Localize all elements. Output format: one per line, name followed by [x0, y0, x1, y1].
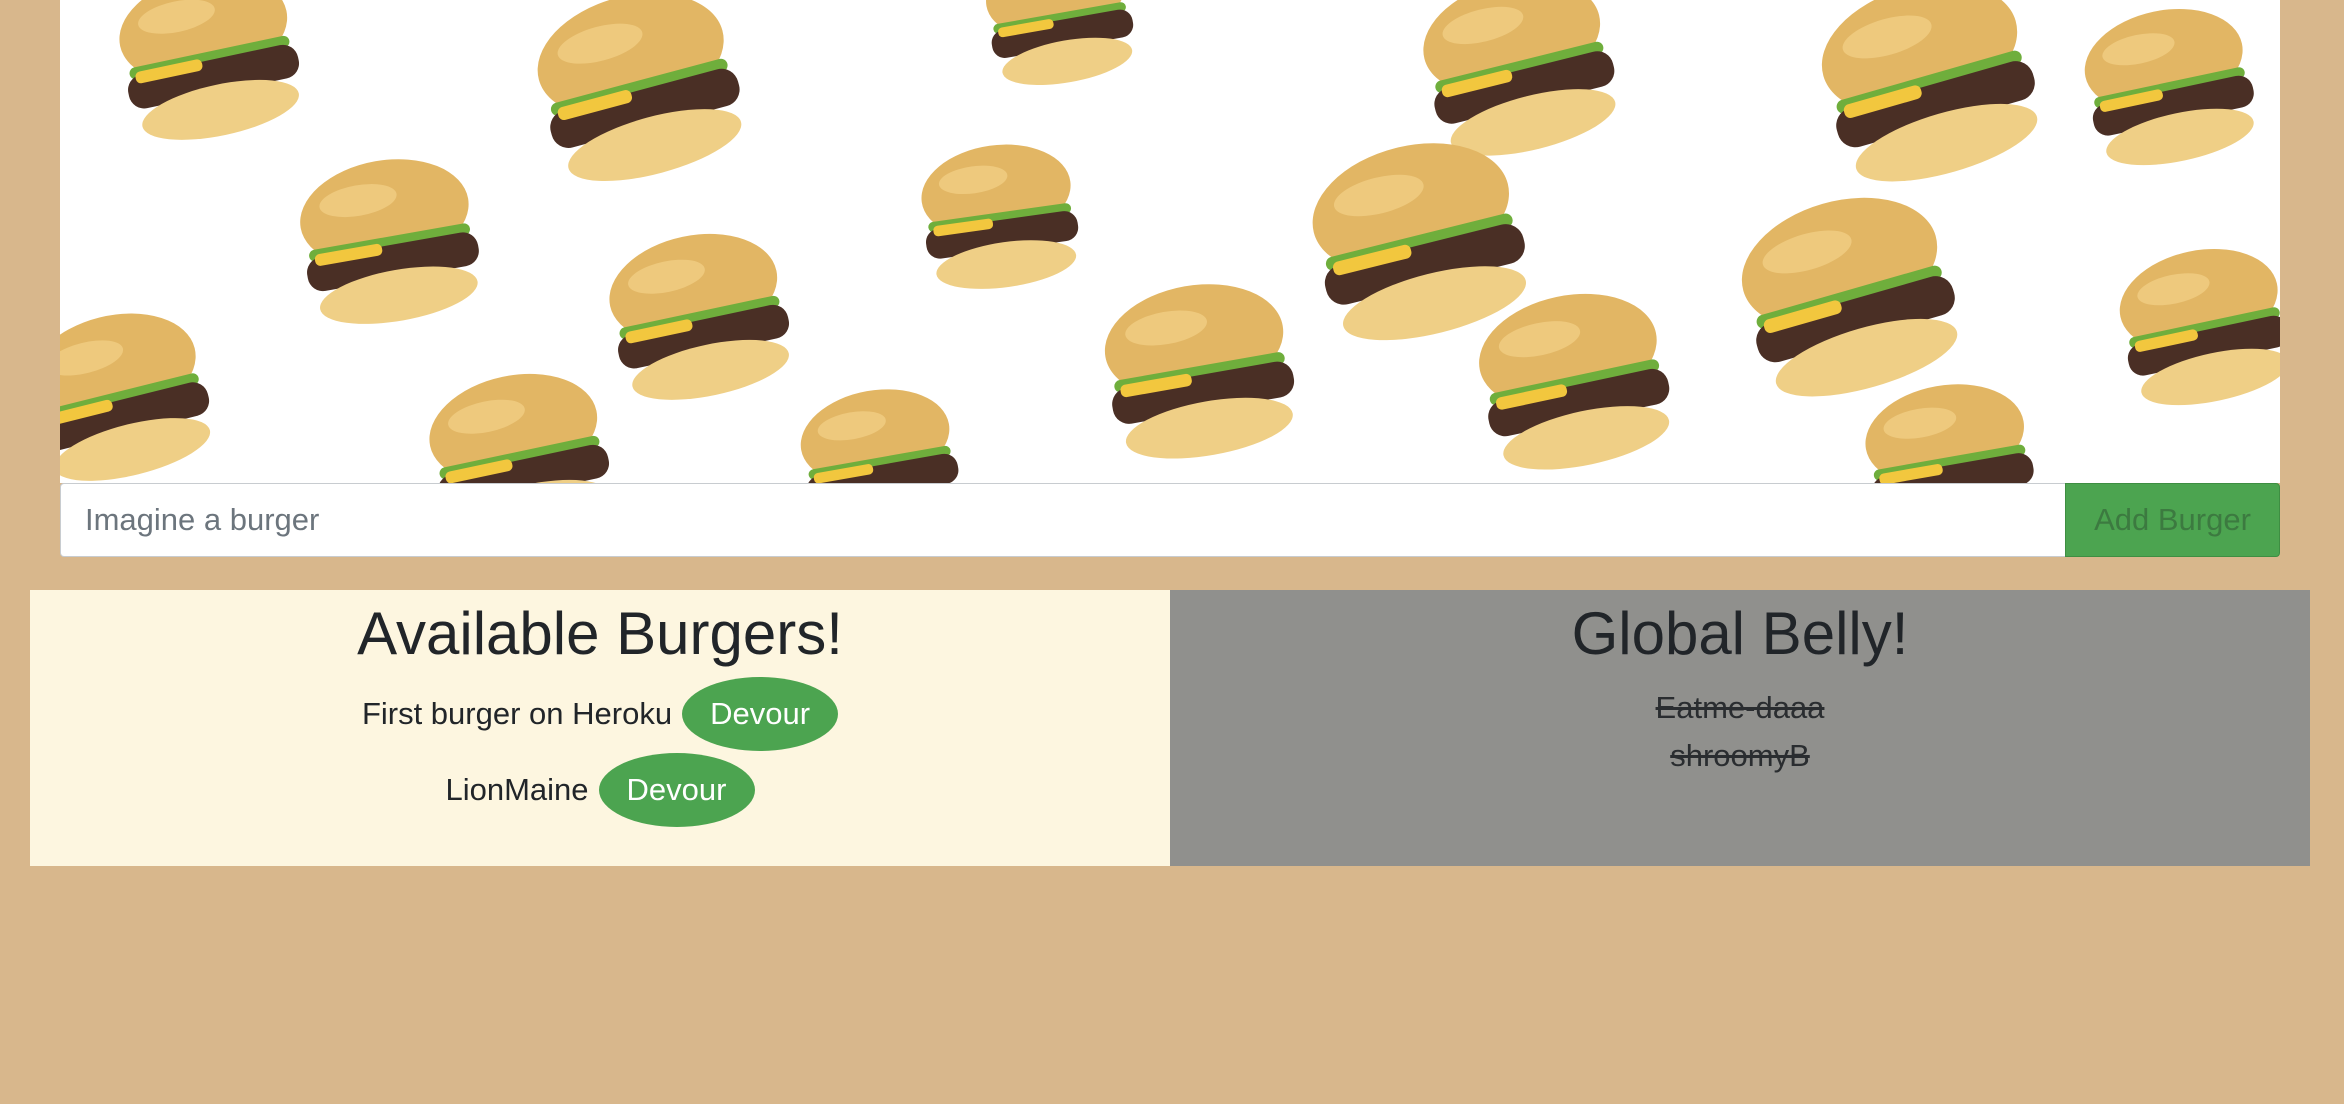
devour-button[interactable]: Devour — [682, 677, 839, 751]
burger-collage-image — [60, 0, 2280, 483]
global-belly-panel: Global Belly! Eatme-daaa shroomyB — [1170, 590, 2310, 866]
add-burger-button[interactable]: Add Burger — [2065, 483, 2280, 557]
devoured-burger-item: Eatme-daaa — [1655, 690, 1825, 725]
add-burger-form: Add Burger — [60, 483, 2280, 557]
global-belly-heading: Global Belly! — [1571, 600, 1909, 667]
devour-button[interactable]: Devour — [598, 753, 755, 827]
burger-name-input[interactable] — [60, 483, 2065, 557]
burger-name: First burger on Heroku — [361, 696, 673, 731]
available-burgers-panel: Available Burgers! First burger on Herok… — [30, 590, 1170, 866]
hero-burger-banner — [60, 0, 2280, 483]
devoured-burger-item: shroomyB — [1670, 738, 1810, 773]
available-burgers-heading: Available Burgers! — [357, 600, 843, 667]
available-burger-row: First burger on Heroku Devour — [30, 676, 1170, 752]
devoured-burger-list: Eatme-daaa shroomyB — [1170, 684, 2310, 780]
burger-name: LionMaine — [445, 772, 589, 807]
available-burger-row: LionMaine Devour — [30, 752, 1170, 828]
